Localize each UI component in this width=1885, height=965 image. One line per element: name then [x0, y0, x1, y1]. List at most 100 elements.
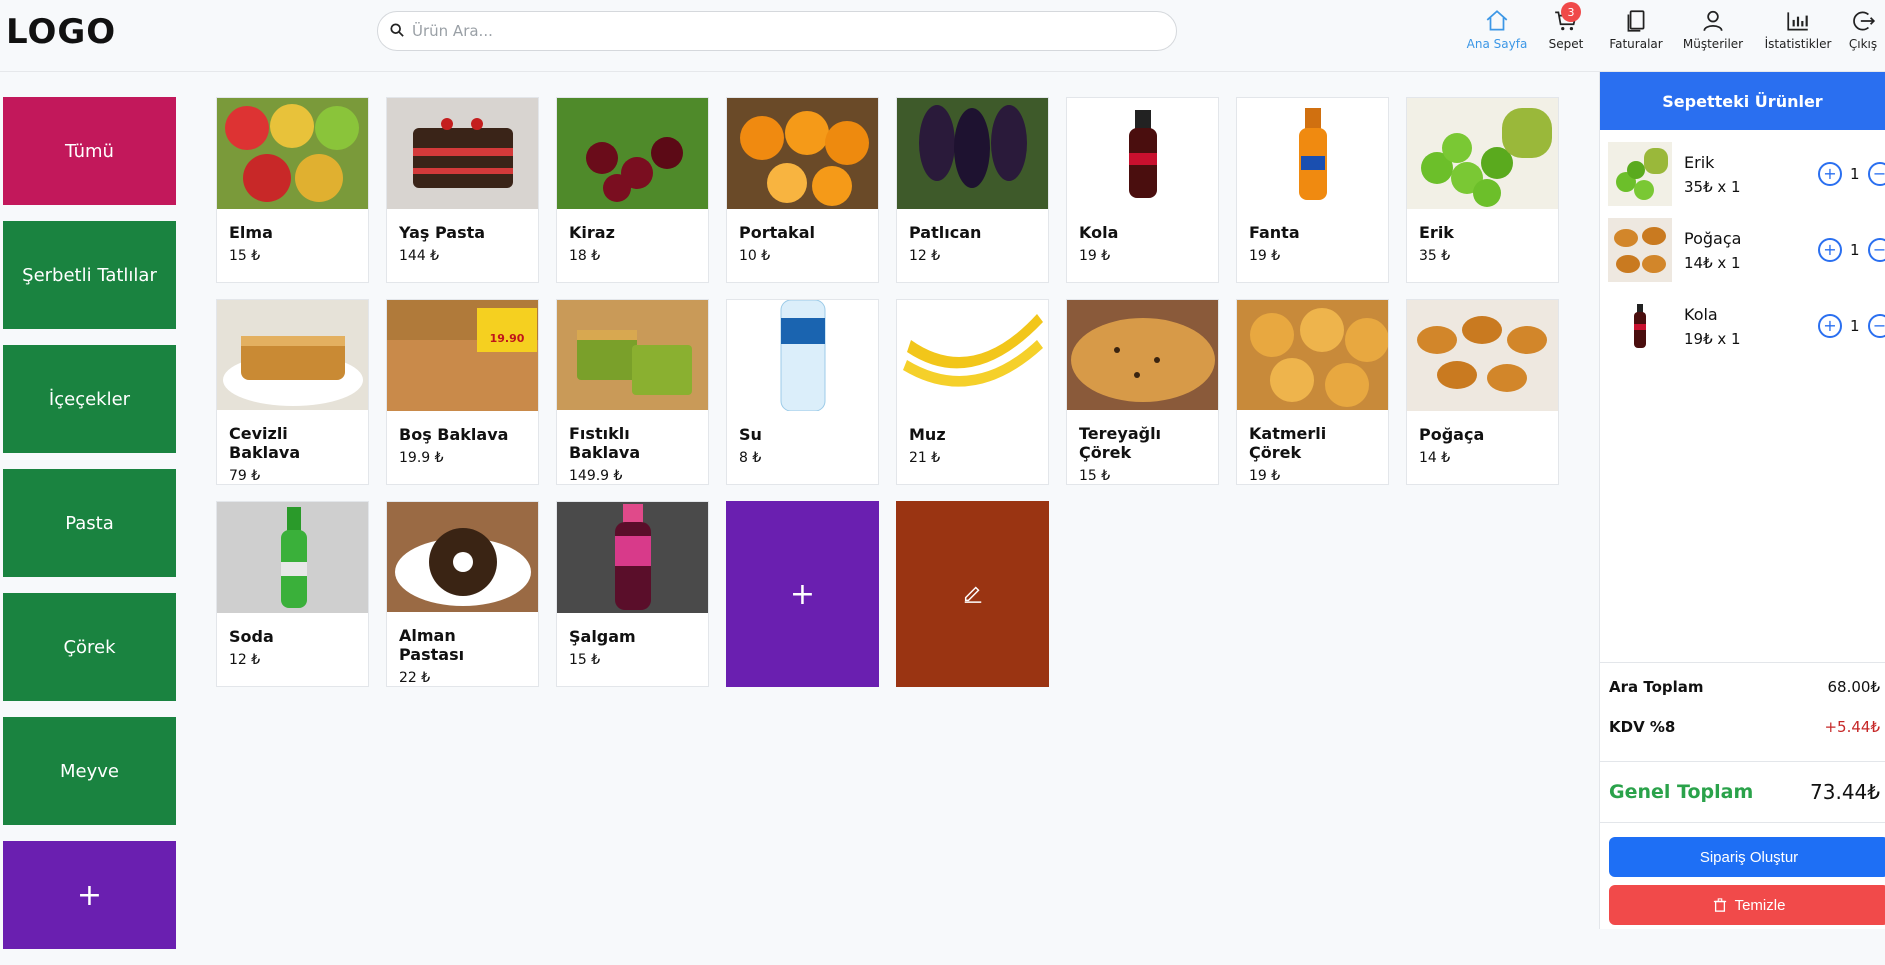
product-card[interactable]: Alman Pastası 22 ₺ [386, 501, 539, 687]
product-price: 10 ₺ [739, 248, 771, 264]
category-serbetli-tatlilar[interactable]: Şerbetli Tatlılar [3, 221, 176, 329]
product-image [557, 98, 708, 209]
product-name: Kola [1079, 223, 1119, 242]
nav-invoices-label: Faturalar [1609, 37, 1663, 51]
trash-icon [1713, 898, 1727, 912]
subtotal-label: Ara Toplam [1609, 678, 1704, 696]
product-price: 15 ₺ [229, 248, 261, 264]
product-name: Yaş Pasta [399, 223, 486, 242]
cart-item-image [1608, 294, 1672, 358]
product-image [897, 300, 1048, 411]
product-card[interactable]: Fanta 19 ₺ [1236, 97, 1389, 283]
product-name: Patlıcan [909, 223, 982, 242]
clear-cart-button[interactable]: Temizle [1609, 885, 1885, 925]
chart-icon [1785, 8, 1811, 37]
product-card[interactable]: Yaş Pasta 144 ₺ [386, 97, 539, 283]
cart-item: Poğaça 14₺ x 1 +1− [1600, 212, 1885, 288]
nav-statistics-label: İstatistikler [1764, 37, 1832, 51]
edit-products-button[interactable] [896, 501, 1049, 687]
top-nav: Ana Sayfa 3 Sepet Faturalar Müşteriler İ… [1463, 2, 1885, 51]
logout-icon [1850, 8, 1876, 37]
add-category-button[interactable]: + [3, 841, 176, 949]
nav-cart-label: Sepet [1548, 37, 1584, 51]
product-name: Su [739, 425, 762, 444]
product-image [1407, 300, 1558, 411]
pencil-icon [962, 577, 984, 612]
product-name: Alman Pastası [399, 626, 465, 664]
product-card[interactable]: 19.90 Boş Baklava 19.9 ₺ [386, 299, 539, 485]
cart-item-qty: 1 [1850, 317, 1860, 335]
nav-customers-label: Müşteriler [1682, 37, 1744, 51]
product-name: Boş Baklava [399, 425, 509, 444]
nav-logout-label: Çıkış [1848, 37, 1878, 51]
product-card[interactable]: Erik 35 ₺ [1406, 97, 1559, 283]
product-price: 18 ₺ [569, 248, 601, 264]
user-icon [1700, 8, 1726, 37]
nav-cart[interactable]: 3 Sepet [1531, 2, 1601, 51]
search-bar[interactable] [377, 11, 1177, 51]
nav-invoices[interactable]: Faturalar [1601, 8, 1671, 51]
product-name: Cevizli Baklava [229, 424, 301, 462]
create-order-button[interactable]: Sipariş Oluştur [1609, 837, 1885, 877]
product-card[interactable]: Kola 19 ₺ [1066, 97, 1219, 283]
product-image [387, 98, 538, 209]
cart-item: Erik 35₺ x 1 +1− [1600, 136, 1885, 212]
product-name: Tereyağlı Çörek [1079, 424, 1162, 462]
product-image [727, 300, 878, 411]
product-card[interactable]: Fıstıklı Baklava 149.9 ₺ [556, 299, 709, 485]
product-name: Erik [1419, 223, 1454, 242]
decrease-qty-button[interactable]: − [1867, 314, 1885, 338]
nav-logout[interactable]: Çıkış [1841, 8, 1885, 51]
svg-text:19.90: 19.90 [490, 332, 525, 345]
product-card[interactable]: Patlıcan 12 ₺ [896, 97, 1049, 283]
product-card[interactable]: Katmerli Çörek 19 ₺ [1236, 299, 1389, 485]
product-price: 149.9 ₺ [569, 468, 623, 484]
search-input[interactable] [412, 22, 1112, 40]
decrease-qty-button[interactable]: − [1867, 238, 1885, 262]
increase-qty-button[interactable]: + [1818, 162, 1842, 186]
product-card[interactable]: Poğaça 14 ₺ [1406, 299, 1559, 485]
product-card[interactable]: Su 8 ₺ [726, 299, 879, 485]
product-card[interactable]: Tereyağlı Çörek 15 ₺ [1066, 299, 1219, 485]
product-card[interactable]: Şalgam 15 ₺ [556, 501, 709, 687]
product-card[interactable]: Soda 12 ₺ [216, 501, 369, 687]
product-price: 22 ₺ [399, 670, 431, 686]
add-product-button[interactable]: + [726, 501, 879, 687]
product-price: 35 ₺ [1419, 248, 1451, 264]
product-price: 19 ₺ [1249, 248, 1281, 264]
product-name: Poğaça [1419, 425, 1485, 444]
product-name: Fanta [1249, 223, 1300, 242]
nav-customers[interactable]: Müşteriler [1671, 8, 1755, 51]
category-all[interactable]: Tümü [3, 97, 176, 205]
product-price: 19 ₺ [1249, 468, 1281, 484]
home-icon [1484, 8, 1510, 37]
cart-badge: 3 [1561, 2, 1581, 22]
product-name: Muz [909, 425, 946, 444]
clear-cart-label: Temizle [1734, 896, 1786, 914]
product-price: 15 ₺ [1079, 468, 1111, 484]
product-image [1067, 300, 1218, 410]
product-card[interactable]: Cevizli Baklava 79 ₺ [216, 299, 369, 485]
nav-statistics[interactable]: İstatistikler [1755, 8, 1841, 51]
category-corek[interactable]: Çörek [3, 593, 176, 701]
top-header: LOGO Ana Sayfa 3 Sepet Faturalar Müşteri… [0, 0, 1885, 72]
product-price: 14 ₺ [1419, 450, 1451, 466]
product-image [727, 98, 878, 209]
increase-qty-button[interactable]: + [1818, 314, 1842, 338]
product-card[interactable]: Elma 15 ₺ [216, 97, 369, 283]
product-card[interactable]: Muz 21 ₺ [896, 299, 1049, 485]
product-image [217, 98, 368, 209]
product-grid: Elma 15 ₺ Yaş Pasta 144 ₺ Kiraz 18 ₺ Portak… [216, 97, 1562, 687]
increase-qty-button[interactable]: + [1818, 238, 1842, 262]
nav-home[interactable]: Ana Sayfa [1463, 8, 1531, 51]
product-card[interactable]: Portakal 10 ₺ [726, 97, 879, 283]
category-meyve[interactable]: Meyve [3, 717, 176, 825]
product-card[interactable]: Kiraz 18 ₺ [556, 97, 709, 283]
grand-total-value: 73.44₺ [1810, 780, 1880, 804]
category-pasta[interactable]: Pasta [3, 469, 176, 577]
product-price: 79 ₺ [229, 468, 261, 484]
decrease-qty-button[interactable]: − [1867, 162, 1885, 186]
product-price: 144 ₺ [399, 248, 440, 264]
cart-item-image [1608, 142, 1672, 206]
category-icecekler[interactable]: İçeçekler [3, 345, 176, 453]
